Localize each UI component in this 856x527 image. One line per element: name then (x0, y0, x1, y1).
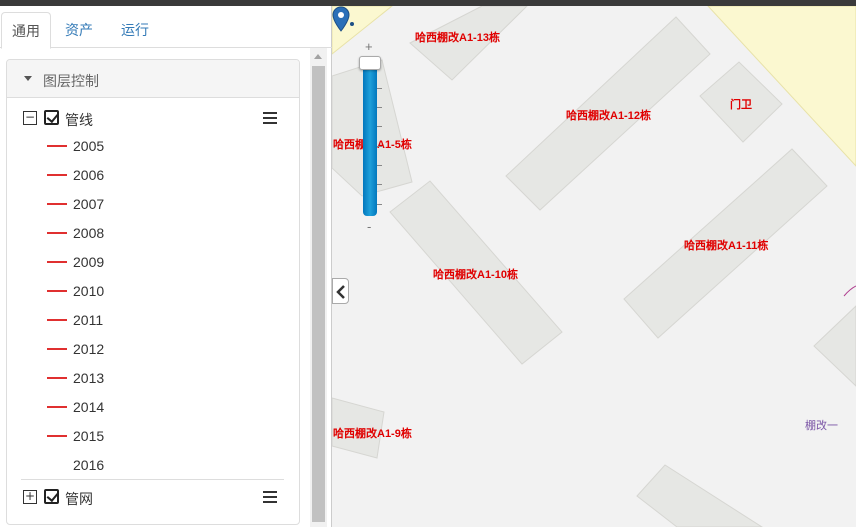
chevron-left-icon (336, 285, 345, 299)
checkbox-icon[interactable] (44, 489, 59, 504)
zoom-slider-handle[interactable] (359, 56, 381, 70)
zoom-in-button[interactable]: + (365, 39, 373, 54)
layer-item-label: 2014 (73, 399, 105, 415)
legend-line-icon (47, 406, 67, 408)
tab-operation[interactable]: 运行 (111, 12, 159, 49)
layer-item-year[interactable]: 2010 (7, 281, 299, 310)
map-label-building: 哈西棚改A1-11栋 (684, 240, 769, 252)
legend-line-icon (47, 174, 67, 176)
scrollbar-thumb[interactable] (312, 66, 325, 522)
scrollbar[interactable] (310, 48, 327, 527)
layer-group-pipeline: − 管线 (7, 105, 299, 131)
layer-item-year[interactable]: 2011 (7, 310, 299, 339)
layer-item-year[interactable]: 2015 (7, 426, 299, 455)
layer-item-label: 2006 (73, 167, 105, 183)
layer-item-label: 2008 (73, 225, 105, 241)
layer-item-label: 2015 (73, 428, 105, 444)
expand-icon[interactable]: + (23, 490, 37, 504)
left-panel: 通用 资产 运行 图层控制 − 管线 2005 2006 2007 2008 2009 2… (0, 6, 332, 527)
panel-title: 图层控制 (43, 73, 99, 89)
legend-line-icon (47, 377, 67, 379)
tab-general[interactable]: 通用 (1, 12, 51, 49)
zoom-tick (377, 107, 382, 108)
map-label-guard: 门卫 (730, 99, 752, 111)
tab-assets[interactable]: 资产 (55, 12, 103, 49)
layer-item-year[interactable]: 2009 (7, 252, 299, 281)
legend-line-icon (47, 145, 67, 147)
layer-item-label: 2007 (73, 196, 105, 212)
layer-group-network: + 管网 (7, 484, 299, 510)
layer-item-label: 2012 (73, 341, 105, 357)
tab-bar: 通用 资产 运行 (0, 6, 332, 49)
map-canvas (332, 6, 856, 527)
layer-item-year[interactable]: 2005 (7, 136, 299, 165)
divider (21, 479, 284, 480)
layer-item-year[interactable]: 2014 (7, 397, 299, 426)
layer-item-year[interactable]: 2006 (7, 165, 299, 194)
map-label-building: 哈西棚改A1-9栋 (333, 428, 412, 440)
zoom-tick (377, 184, 382, 185)
layer-item-label: 2009 (73, 254, 105, 270)
map-label-building: 哈西棚改A1-12栋 (566, 110, 651, 122)
menu-icon[interactable] (263, 112, 277, 124)
zoom-tick (377, 88, 382, 89)
zoom-slider-track[interactable] (363, 58, 377, 216)
zoom-tick (377, 146, 382, 147)
legend-line-icon (47, 348, 67, 350)
zoom-out-button[interactable]: - (367, 219, 371, 234)
scroll-up-arrow-icon[interactable] (314, 54, 322, 59)
layer-item-label: 2010 (73, 283, 105, 299)
layer-item-label: 2013 (73, 370, 105, 386)
layer-item-label: 2016 (73, 457, 105, 473)
collapse-panel-button[interactable] (332, 278, 349, 304)
zoom-tick (377, 204, 382, 205)
zoom-tick (377, 126, 382, 127)
menu-icon[interactable] (263, 491, 277, 503)
zoom-tick (377, 165, 382, 166)
layer-item-label: 2011 (73, 312, 104, 328)
legend-line-icon (47, 435, 67, 437)
layer-item-year[interactable]: 2013 (7, 368, 299, 397)
layer-item-year[interactable]: 2007 (7, 194, 299, 223)
checkbox-icon[interactable] (44, 110, 59, 125)
legend-line-icon (47, 290, 67, 292)
map-label-building: 哈西棚改A1-13栋 (415, 32, 500, 44)
legend-line-icon (47, 232, 67, 234)
map-pin-icon[interactable] (332, 6, 354, 36)
map-label-building: 哈西棚改A1-10栋 (433, 269, 518, 281)
layer-item-label: 2005 (73, 138, 105, 154)
layer-group-label: 管网 (65, 491, 93, 507)
layer-control-header[interactable]: 图层控制 (7, 60, 299, 98)
map-view[interactable]: 哈西棚改A1-13栋 哈西棚改A1-12栋 门卫 哈西棚改A1-5栋 哈西棚改A… (332, 6, 856, 527)
layer-item-year[interactable]: 2012 (7, 339, 299, 368)
collapse-icon[interactable]: − (23, 111, 37, 125)
layer-control-panel: 图层控制 − 管线 2005 2006 2007 2008 2009 2010 2011 20… (6, 59, 300, 525)
legend-line-icon (47, 319, 67, 321)
caret-down-icon (24, 76, 32, 81)
map-label-area: 棚改一 (805, 420, 838, 432)
layer-item-year[interactable]: 2008 (7, 223, 299, 252)
layer-group-label: 管线 (65, 112, 93, 128)
legend-line-icon (47, 203, 67, 205)
legend-line-icon (47, 261, 67, 263)
